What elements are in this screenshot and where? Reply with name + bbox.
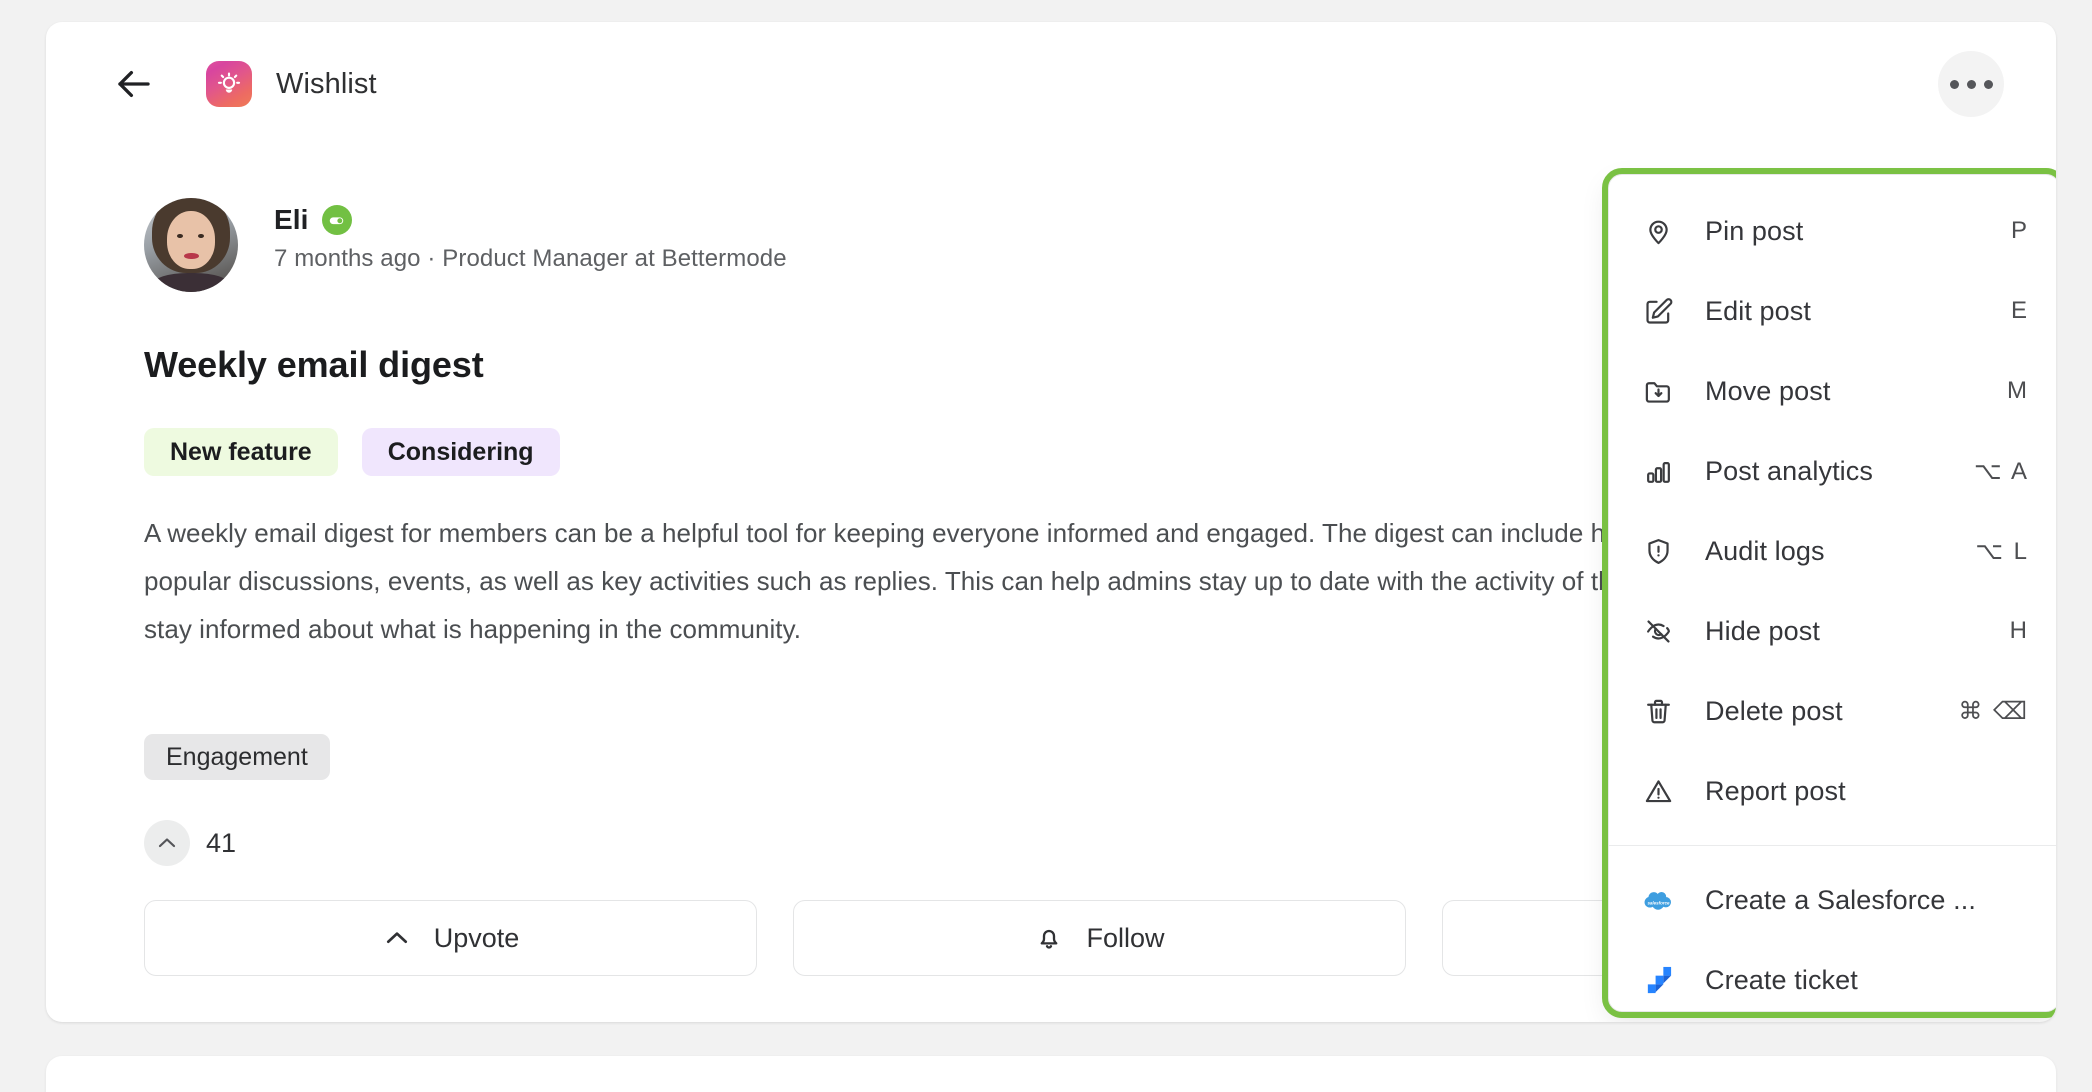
menu-item-create-ticket[interactable]: Create ticket: [1609, 940, 2056, 1011]
menu-item-shortcut: H: [2009, 617, 2029, 644]
author-name-row: Eli: [274, 204, 787, 236]
shield-alert-icon: [1641, 534, 1675, 568]
menu-item-create-salesforce-case[interactable]: salesforce Create a Salesforce ...: [1609, 860, 2056, 940]
author-name[interactable]: Eli: [274, 204, 309, 236]
follow-button[interactable]: Follow: [793, 900, 1406, 976]
upvote-button[interactable]: Upvote: [144, 900, 757, 976]
menu-item-label: Edit post: [1705, 295, 1811, 326]
menu-item-move-post[interactable]: Move post M: [1609, 351, 2056, 431]
upvote-counter: 41: [144, 820, 236, 866]
menu-item-label: Hide post: [1705, 615, 1820, 646]
toggle-badge-icon: [321, 205, 352, 235]
menu-item-label: Create ticket: [1705, 964, 1858, 995]
card-header: Wishlist: [46, 22, 2056, 146]
menu-item-label: Audit logs: [1705, 535, 1825, 566]
menu-item-audit-logs[interactable]: Audit logs ⌥ L: [1609, 511, 2056, 591]
arrow-left-icon: [118, 70, 150, 98]
status-badge-new-feature[interactable]: New feature: [144, 428, 338, 476]
avatar-shape: [166, 211, 216, 270]
salesforce-icon: salesforce: [1641, 883, 1675, 917]
menu-item-post-analytics[interactable]: Post analytics ⌥ A: [1609, 431, 2056, 511]
author-meta: Eli 7 months ago · Product Manager at Be…: [274, 198, 787, 273]
warning-triangle-icon: [1641, 774, 1675, 808]
toggle-glyph: [329, 216, 344, 224]
menu-item-shortcut: ⌥ L: [1975, 537, 2029, 565]
post-options-button[interactable]: [1938, 51, 2004, 117]
chevron-up-icon: [158, 838, 176, 848]
chevron-up-icon: [386, 932, 407, 944]
avatar[interactable]: [144, 198, 238, 292]
menu-item-delete-post[interactable]: Delete post ⌘ ⌫: [1609, 671, 2056, 751]
ellipsis-icon-dot: [1966, 79, 1976, 89]
menu-item-pin-post[interactable]: Pin post P: [1609, 191, 2056, 271]
topic-chip[interactable]: Engagement: [144, 734, 330, 780]
next-post-card[interactable]: [46, 1056, 2056, 1092]
bell-icon: [1041, 929, 1058, 949]
menu-item-shortcut: M: [2007, 377, 2029, 404]
post-card: Wishlist Eli 7 months ago · Product Mana…: [46, 22, 2056, 1022]
space-title: Wishlist: [276, 67, 377, 100]
menu-divider: [1609, 845, 2056, 846]
menu-item-label: Post analytics: [1705, 455, 1873, 486]
upvote-count-button[interactable]: [144, 820, 190, 866]
ellipsis-icon-dot: [1949, 79, 1959, 89]
ellipsis-icon-dot: [1983, 79, 1993, 89]
page-title: Weekly email digest: [144, 344, 484, 385]
follow-button-label: Follow: [1086, 922, 1165, 953]
menu-item-label: Delete post: [1705, 695, 1843, 726]
post-options-menu: Pin post P Edit post E Move post M Post …: [1608, 174, 2056, 1012]
space-avatar[interactable]: [206, 61, 252, 107]
upvote-button-label: Upvote: [433, 922, 520, 953]
pin-icon: [1641, 214, 1675, 248]
menu-item-shortcut: ⌥ A: [1973, 457, 2029, 485]
status-badge-considering[interactable]: Considering: [361, 428, 560, 476]
menu-item-label: Report post: [1705, 775, 1846, 806]
menu-item-hide-post[interactable]: Hide post H: [1609, 591, 2056, 671]
author-meta-text: 7 months ago · Product Manager at Better…: [274, 245, 787, 272]
upvote-count: 41: [206, 827, 237, 858]
page-root: Wishlist Eli 7 months ago · Product Mana…: [0, 0, 2092, 1092]
menu-item-label: Move post: [1705, 375, 1831, 406]
menu-item-edit-post[interactable]: Edit post E: [1609, 271, 2056, 351]
jira-icon: [1641, 963, 1675, 997]
menu-item-shortcut: ⌘ ⌫: [1958, 697, 2029, 725]
svg-text:salesforce: salesforce: [1647, 900, 1670, 905]
menu-item-label: Create a Salesforce ...: [1705, 884, 1976, 915]
menu-item-shortcut: P: [2010, 217, 2029, 244]
eye-off-icon: [1641, 614, 1675, 648]
menu-item-shortcut: E: [2010, 297, 2029, 324]
edit-icon: [1641, 294, 1675, 328]
back-button[interactable]: [106, 56, 162, 112]
menu-item-report-post[interactable]: Report post: [1609, 751, 2056, 831]
status-tag-row: New feature Considering: [144, 428, 560, 476]
menu-item-label: Pin post: [1705, 215, 1804, 246]
trash-icon: [1641, 694, 1675, 728]
author-row: Eli 7 months ago · Product Manager at Be…: [144, 198, 787, 292]
move-folder-icon: [1641, 374, 1675, 408]
avatar-shape: [153, 273, 229, 292]
bar-chart-icon: [1641, 454, 1675, 488]
lightbulb-icon: [217, 72, 241, 93]
